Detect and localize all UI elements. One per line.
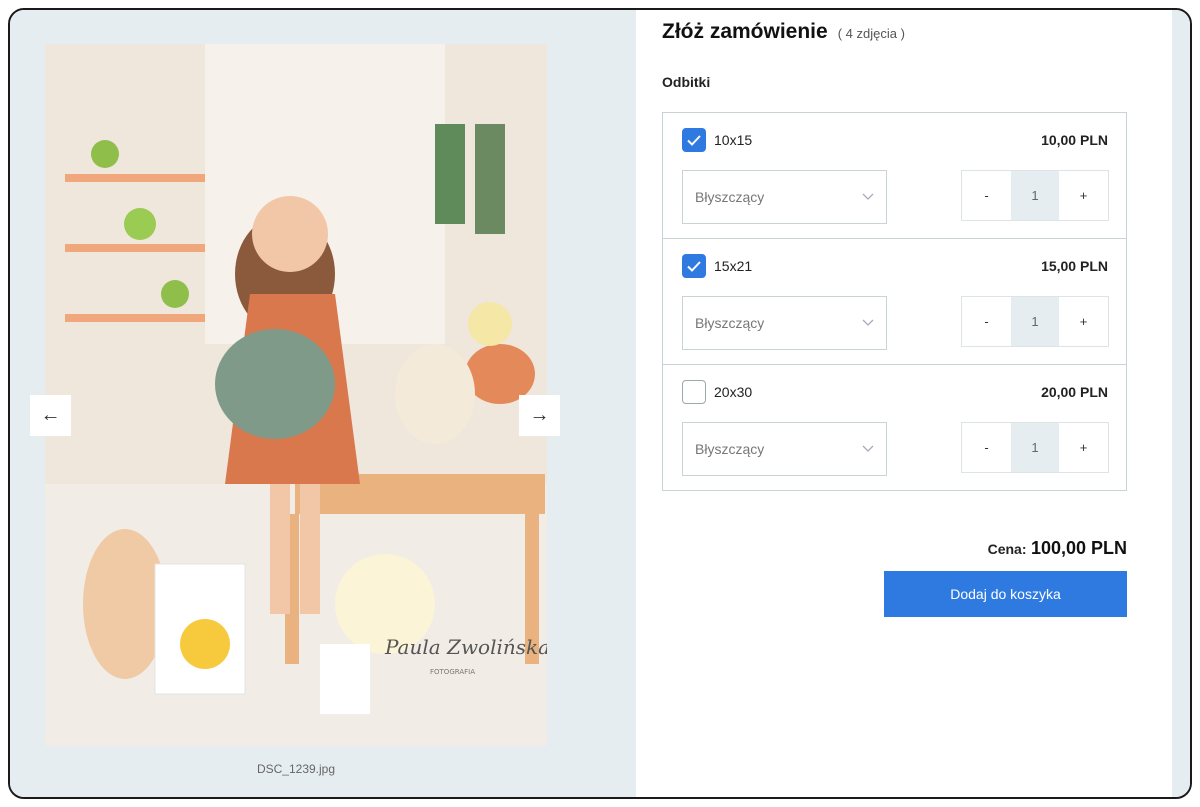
print-size-label: 20x30 xyxy=(714,384,753,400)
arrow-left-icon: ← xyxy=(40,404,61,426)
print-option-checkbox[interactable] xyxy=(682,380,706,404)
quantity-decrease-button[interactable]: - xyxy=(962,171,1011,220)
print-size-label: 10x15 xyxy=(714,132,753,148)
quantity-stepper: - 1 + xyxy=(961,170,1109,221)
quantity-stepper: - 1 + xyxy=(961,422,1109,473)
total-price-value: 100,00 PLN xyxy=(1030,538,1127,558)
chevron-down-icon xyxy=(862,445,874,452)
chevron-down-icon xyxy=(862,319,874,326)
quantity-increase-button[interactable]: + xyxy=(1059,171,1108,220)
quantity-value[interactable]: 1 xyxy=(1011,171,1059,220)
print-price: 15,00 PLN xyxy=(1041,258,1108,274)
finish-select-value: Błyszczący xyxy=(695,441,765,457)
finish-select-value: Błyszczący xyxy=(695,315,765,331)
photo-filename: DSC_1239.jpg xyxy=(256,762,336,776)
photo-illustration: Paula Zwolińska FOTOGRAFIA xyxy=(45,44,547,746)
total-price: Cena: 100,00 PLN xyxy=(662,538,1127,559)
finish-select-value: Błyszczący xyxy=(695,189,765,205)
quantity-decrease-button[interactable]: - xyxy=(962,297,1011,346)
next-photo-button[interactable]: → xyxy=(519,395,560,436)
order-header: Złóż zamówienie ( 4 zdjęcia ) Odbitki xyxy=(662,20,1127,90)
section-label-prints: Odbitki xyxy=(662,74,711,90)
print-price: 10,00 PLN xyxy=(1041,132,1108,148)
total-price-label: Cena: xyxy=(987,541,1027,557)
right-scroll-area xyxy=(1172,10,1190,797)
print-option-checkbox[interactable] xyxy=(682,254,706,278)
add-to-cart-button[interactable]: Dodaj do koszyka xyxy=(884,571,1127,617)
photo-count: ( 4 zdjęcia ) xyxy=(837,26,905,41)
print-price: 20,00 PLN xyxy=(1041,384,1108,400)
finish-select[interactable]: Błyszczący xyxy=(682,296,887,350)
watermark-subtext: FOTOGRAFIA xyxy=(430,668,475,676)
print-option-checkbox[interactable] xyxy=(682,128,706,152)
finish-select[interactable]: Błyszczący xyxy=(682,422,887,476)
check-icon xyxy=(687,134,701,146)
check-icon xyxy=(687,260,701,272)
print-option-20x30: 20x30 20,00 PLN Błyszczący - 1 + xyxy=(663,365,1126,490)
finish-select[interactable]: Błyszczący xyxy=(682,170,887,224)
page-title: Złóż zamówienie xyxy=(662,20,828,43)
watermark-text: Paula Zwolińska xyxy=(384,635,547,659)
print-size-label: 15x21 xyxy=(714,258,753,274)
previous-photo-button[interactable]: ← xyxy=(30,395,71,436)
quantity-value[interactable]: 1 xyxy=(1011,297,1059,346)
print-option-15x21: 15x21 15,00 PLN Błyszczący - 1 + xyxy=(663,239,1126,365)
quantity-increase-button[interactable]: + xyxy=(1059,423,1108,472)
print-option-10x15: 10x15 10,00 PLN Błyszczący - 1 + xyxy=(663,113,1126,239)
photo-preview-panel: Paula Zwolińska FOTOGRAFIA ← → DSC_1239.… xyxy=(10,10,636,797)
photo-image: Paula Zwolińska FOTOGRAFIA xyxy=(45,44,547,746)
arrow-right-icon: → xyxy=(529,404,550,426)
quantity-increase-button[interactable]: + xyxy=(1059,297,1108,346)
quantity-value[interactable]: 1 xyxy=(1011,423,1059,472)
quantity-stepper: - 1 + xyxy=(961,296,1109,347)
quantity-decrease-button[interactable]: - xyxy=(962,423,1011,472)
print-options-list: 10x15 10,00 PLN Błyszczący - 1 + 15x21 1… xyxy=(662,112,1127,491)
chevron-down-icon xyxy=(862,193,874,200)
